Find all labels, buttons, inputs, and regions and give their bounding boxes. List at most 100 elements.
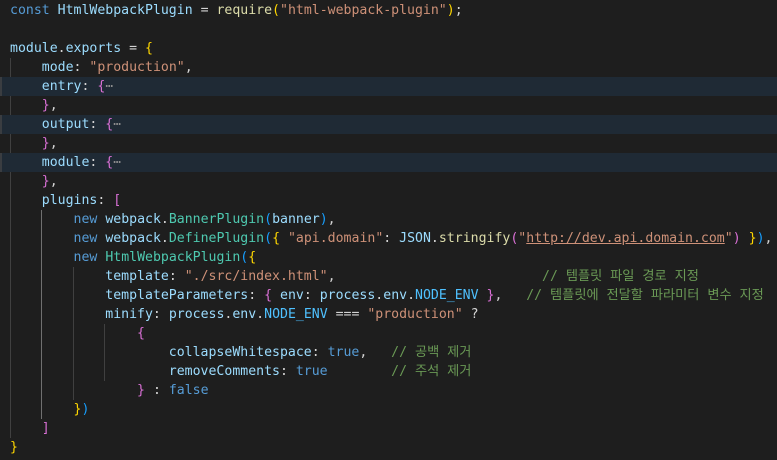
code-token: { (264, 288, 273, 303)
code-line[interactable]: entry: {⋯ (0, 77, 777, 96)
code-line[interactable]: }, (0, 134, 777, 153)
code-line[interactable]: } : false (0, 381, 777, 400)
code-token: entry (41, 79, 82, 94)
code-token: ) (319, 212, 328, 227)
code-line[interactable]: template: "./src/index.html", // 템플릿 파일 … (0, 267, 777, 286)
code-line[interactable]: module: {⋯ (0, 153, 777, 172)
code-token: env (383, 288, 408, 303)
code-token: true (295, 364, 328, 379)
code-line[interactable]: { (0, 324, 777, 343)
code-token: ( (264, 231, 273, 246)
folded-region-marker (0, 115, 2, 134)
code-token: false (168, 383, 209, 398)
code-token: process (168, 307, 225, 322)
code-line[interactable]: new webpack.BannerPlugin(banner), (0, 210, 777, 229)
code-token: === (327, 307, 368, 322)
code-token: . (160, 212, 169, 227)
code-line[interactable]: }) (0, 400, 777, 419)
code-token: , (494, 288, 527, 303)
code-token: const (10, 3, 50, 18)
code-token: { (272, 231, 281, 246)
code-token: [ (113, 193, 122, 208)
code-token: new (73, 212, 98, 227)
code-token: templateParameters (105, 288, 249, 303)
code-token: DefinePlugin (168, 231, 265, 246)
code-token: , (359, 345, 392, 360)
code-token: ) (446, 3, 455, 18)
code-text: removeComments: true // 주석 제거 (10, 362, 472, 381)
code-token: : (89, 155, 106, 170)
code-line[interactable]: plugins: [ (0, 191, 777, 210)
code-token: webpack (105, 231, 161, 246)
code-token: : (383, 231, 400, 246)
code-line[interactable]: ] (0, 419, 777, 438)
code-token: . (160, 231, 169, 246)
code-token: , (327, 269, 542, 284)
code-token: ) (732, 231, 741, 246)
code-text: mode: "production", (10, 58, 193, 77)
code-token: , (49, 174, 58, 189)
code-text: }, (10, 134, 58, 153)
code-line[interactable]: new webpack.DefinePlugin({ "api.domain":… (0, 229, 777, 248)
code-token: } (10, 440, 18, 455)
code-line[interactable]: const HtmlWebpackPlugin = require("html-… (0, 1, 777, 20)
code-text: } : false (10, 381, 209, 400)
code-text: new webpack.BannerPlugin(banner), (10, 210, 336, 229)
fold-ellipsis[interactable]: ⋯ (113, 155, 121, 170)
code-token: JSON (399, 231, 431, 246)
code-text: template: "./src/index.html", // 템플릿 파일 … (10, 267, 699, 286)
code-editor[interactable]: const HtmlWebpackPlugin = require("html-… (0, 0, 777, 460)
code-token: // 템플릿에 전달할 파라미터 변수 지정 (526, 288, 764, 303)
code-token: NODE_ENV (415, 288, 479, 303)
code-token: : (152, 307, 169, 322)
code-line[interactable]: mode: "production", (0, 58, 777, 77)
code-token: new (73, 231, 98, 246)
code-line[interactable]: output: {⋯ (0, 115, 777, 134)
fold-ellipsis[interactable]: ⋯ (105, 79, 113, 94)
code-line[interactable]: removeComments: true // 주석 제거 (0, 362, 777, 381)
fold-ellipsis[interactable]: ⋯ (113, 117, 121, 132)
code-token: "production" (89, 60, 185, 75)
code-line[interactable] (0, 20, 777, 39)
code-text: new webpack.DefinePlugin({ "api.domain":… (10, 229, 773, 248)
code-token: . (430, 231, 439, 246)
code-token: : (73, 60, 90, 75)
code-line[interactable]: collapseWhitespace: true, // 공백 제거 (0, 343, 777, 362)
code-line[interactable]: new HtmlWebpackPlugin({ (0, 248, 777, 267)
code-text: }) (10, 400, 90, 419)
code-token: } (41, 98, 50, 113)
code-line[interactable]: } (0, 438, 777, 457)
code-text: module: {⋯ (10, 153, 121, 172)
code-token: BannerPlugin (168, 212, 265, 227)
code-token: minify (105, 307, 153, 322)
code-token: exports (65, 41, 122, 56)
code-line[interactable]: minify: process.env.NODE_ENV === "produc… (0, 305, 777, 324)
code-text: new HtmlWebpackPlugin({ (10, 248, 257, 267)
code-token: : (168, 269, 185, 284)
code-line[interactable]: }, (0, 96, 777, 115)
code-token: process (319, 288, 376, 303)
code-token: ; (454, 3, 463, 18)
code-token: module (41, 155, 90, 170)
code-text: module.exports = { (10, 39, 153, 58)
code-line[interactable]: }, (0, 172, 777, 191)
code-line[interactable]: module.exports = { (0, 39, 777, 58)
code-token: , (327, 212, 336, 227)
code-token: stringify (438, 231, 511, 246)
code-line[interactable]: templateParameters: { env: process.env.N… (0, 286, 777, 305)
